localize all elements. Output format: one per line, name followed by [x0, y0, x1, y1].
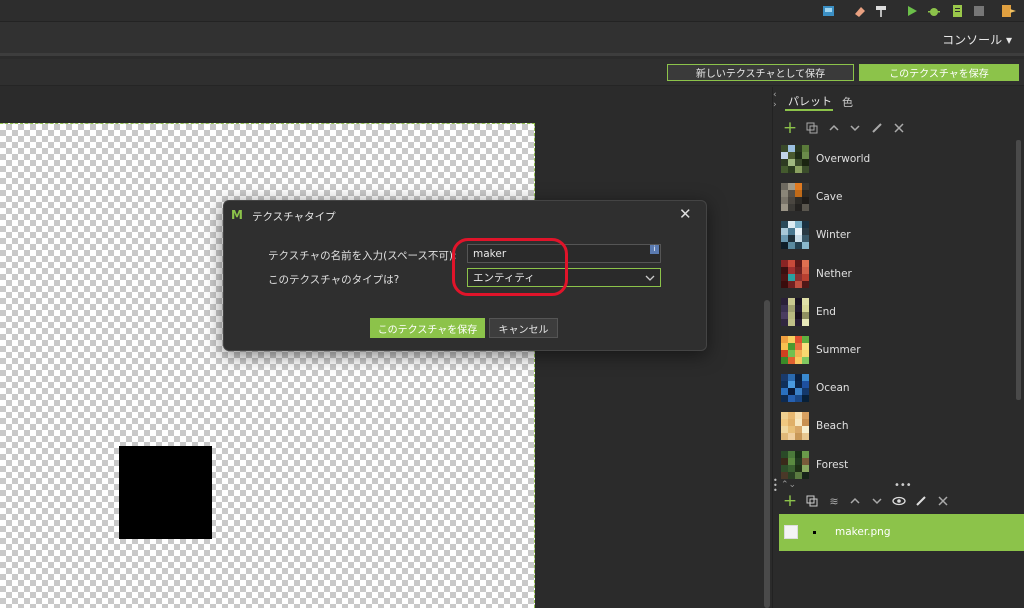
palette-name: Nether: [816, 267, 852, 280]
chevron-down-icon: [645, 275, 655, 281]
palette-item[interactable]: Summer: [781, 332, 1011, 368]
merge-layer-icon[interactable]: ≋: [826, 493, 842, 509]
edit-icon[interactable]: [869, 120, 885, 136]
palette-name: Summer: [816, 344, 861, 356]
palette-name: End: [816, 305, 836, 318]
palette-swatch: [781, 336, 809, 364]
palette-item[interactable]: Beach: [781, 408, 1011, 444]
palette-name: Overworld: [816, 153, 871, 165]
exit-icon[interactable]: [1001, 3, 1017, 19]
collapse-arrows-icon[interactable]: ⌃⌄: [781, 480, 796, 490]
palette-swatch: [781, 297, 809, 326]
palette-swatch: [781, 145, 809, 173]
palette-item[interactable]: End: [781, 294, 1011, 330]
painted-pixel-block: [119, 446, 212, 539]
palette-item[interactable]: Winter: [781, 217, 1011, 253]
add-palette-icon[interactable]: +: [782, 118, 798, 138]
texture-canvas[interactable]: [0, 123, 535, 608]
layer-delete-icon[interactable]: [935, 493, 951, 509]
type-label: このテクスチャのタイプは?: [268, 274, 400, 286]
layer-filename: maker.png: [835, 526, 891, 538]
layer-thumbnail: [813, 531, 816, 534]
move-down-icon[interactable]: [847, 120, 863, 136]
palette-item[interactable]: Ocean: [781, 370, 1011, 406]
palette-name: Cave: [816, 191, 843, 204]
dialog-save-button[interactable]: このテクスチャを保存: [370, 318, 485, 338]
dialog-cancel-button[interactable]: キャンセル: [489, 318, 558, 338]
visibility-icon[interactable]: [891, 493, 907, 509]
debug-icon[interactable]: [926, 3, 942, 19]
layer-duplicate-icon[interactable]: [804, 493, 820, 509]
palette-name: Ocean: [816, 382, 850, 395]
layer-visibility-checkbox[interactable]: [784, 525, 798, 539]
tab-color[interactable]: 色: [842, 93, 862, 111]
save-as-new-texture-button[interactable]: 新しいテクスチャとして保存: [667, 64, 854, 81]
layer-up-icon[interactable]: [847, 493, 863, 509]
dialog-title: テクスチャタイプ: [252, 211, 336, 223]
hammer-icon[interactable]: [873, 3, 889, 19]
palette-swatch: [781, 374, 809, 403]
add-layer-icon[interactable]: +: [782, 491, 798, 511]
delete-icon[interactable]: [891, 120, 907, 136]
palette-name: Forest: [816, 458, 849, 471]
svg-text:M: M: [231, 208, 243, 221]
layer-edit-icon[interactable]: [913, 493, 929, 509]
palette-name: Beach: [816, 420, 849, 433]
palette-swatch: [781, 183, 809, 212]
palette-swatch: [781, 259, 809, 288]
eraser-icon[interactable]: [852, 3, 868, 19]
palette-name: Winter: [816, 229, 851, 242]
tab-palette[interactable]: パレット: [785, 93, 833, 111]
stop-icon[interactable]: [971, 3, 987, 19]
layer-row[interactable]: maker.png: [779, 514, 1024, 551]
clipboard-icon[interactable]: [949, 3, 965, 19]
app-logo-icon: M: [231, 208, 245, 224]
palette-swatch: [781, 221, 809, 250]
info-icon: i: [650, 245, 659, 254]
more-icon[interactable]: •••: [894, 480, 912, 491]
layer-down-icon[interactable]: [869, 493, 885, 509]
console-dropdown[interactable]: コンソール ▾: [942, 31, 1012, 48]
export-icon[interactable]: [821, 3, 837, 19]
header-bar: コンソール ▾: [0, 22, 1024, 56]
palette-item[interactable]: Overworld: [781, 141, 1011, 177]
drag-handle-icon[interactable]: • • •: [773, 477, 778, 495]
name-label: テクスチャの名前を入力(スペース不可):: [268, 250, 457, 262]
palette-item[interactable]: Forest: [781, 447, 1011, 483]
run-icon[interactable]: [904, 3, 920, 19]
palette-scrollbar[interactable]: [1016, 140, 1021, 400]
close-icon[interactable]: ✕: [679, 205, 692, 223]
top-toolbar: [0, 0, 1024, 22]
save-texture-button[interactable]: このテクスチャを保存: [859, 64, 1019, 81]
panel-collapse-icon[interactable]: ‹ ›: [773, 90, 781, 112]
palette-item[interactable]: Cave: [781, 179, 1011, 215]
move-up-icon[interactable]: [826, 120, 842, 136]
palette-swatch: [781, 412, 809, 441]
palette-swatch: [781, 450, 809, 479]
highlight-annotation: [452, 238, 568, 296]
workspace-scrollbar[interactable]: [764, 300, 770, 608]
palette-item[interactable]: Nether: [781, 256, 1011, 292]
duplicate-icon[interactable]: [804, 120, 820, 136]
